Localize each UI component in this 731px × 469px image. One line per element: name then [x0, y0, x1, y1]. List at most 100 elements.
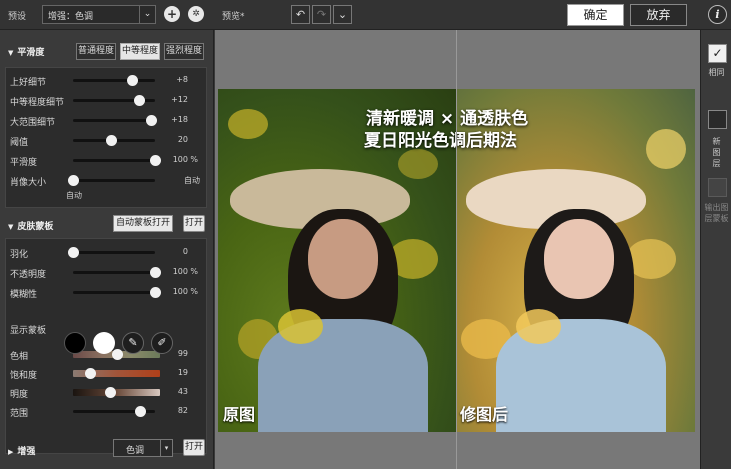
skin-mask-slider-row: 羽化 0 [6, 245, 208, 260]
slider-knob[interactable] [68, 175, 79, 186]
slider-knob[interactable] [127, 75, 139, 86]
smoothing-slider-row: 阈值 20 [6, 133, 208, 148]
slider-label: 上好细节 [10, 78, 47, 88]
banner-title-line2: 夏日阳光色调后期法 [364, 131, 517, 151]
auto-mask-button[interactable]: 自动蒙板打开 [113, 215, 173, 232]
redo-icon[interactable]: ↷ [312, 5, 331, 24]
enhance-dropdown-value: 色调 [126, 446, 145, 456]
slider-knob[interactable] [85, 368, 97, 379]
slider-knob[interactable] [105, 135, 117, 146]
slider-unit: % [190, 155, 198, 164]
output-panel: ✓ 相同 新图层 输出图层蒙板 [700, 30, 731, 469]
original-caption: 原图 [223, 405, 256, 424]
slider-value: 20 [177, 135, 188, 144]
undo-icon[interactable]: ↶ [291, 5, 310, 24]
smoothing-slider-row: 肖像大小 自动 [6, 173, 208, 188]
smoothing-section-header[interactable]: ▼ 平滑度 [8, 45, 44, 58]
enhance-section-header[interactable]: ▶ 增强 [8, 444, 35, 457]
split-divider[interactable] [456, 30, 457, 469]
gradient-track[interactable] [73, 368, 160, 379]
strength-normal-button[interactable]: 普通程度 [76, 43, 116, 60]
portrait-size-auto-label: 自动 [66, 191, 82, 200]
slider-value: +8 [176, 75, 188, 84]
slider-label: 中等程度细节 [10, 98, 65, 108]
slider-label: 不透明度 [10, 270, 47, 280]
enhance-title: 增强 [17, 447, 36, 457]
output-mask-checkbox[interactable] [708, 178, 727, 197]
slider-label: 平滑度 [10, 158, 38, 168]
gradient-track[interactable] [73, 349, 160, 360]
output-mask-label: 输出图层蒙板 [704, 203, 729, 223]
slider-label: 色相 [10, 352, 29, 362]
strength-medium-button[interactable]: 中等程度 [120, 43, 160, 60]
slider-track[interactable] [68, 175, 155, 186]
preset-dropdown[interactable]: 增强：色调 ⌄ [42, 5, 156, 24]
slider-value: 0 [182, 247, 188, 256]
slider-track[interactable] [73, 287, 161, 298]
new-layer-label: 新图层 [712, 137, 721, 168]
skin-mask-slider-row: 不透明度 100% [6, 265, 208, 280]
skin-mask-title: 皮肤蒙板 [17, 222, 54, 232]
slider-track[interactable] [73, 267, 161, 278]
slider-knob[interactable] [68, 247, 79, 258]
slider-label: 阈值 [10, 138, 29, 148]
expand-triangle-icon: ▼ [8, 223, 14, 231]
slider-knob[interactable] [105, 387, 117, 398]
smoothing-slider-row: 平滑度 100% [6, 153, 208, 168]
slider-track[interactable] [73, 115, 157, 126]
slider-value: +12 [171, 95, 188, 104]
slider-knob[interactable] [133, 95, 145, 106]
eyedropper-subtract-icon[interactable]: ✐ [151, 332, 173, 354]
slider-track[interactable] [73, 406, 155, 417]
preset-label: 预设 [8, 12, 27, 22]
slider-track[interactable] [68, 247, 155, 258]
skin-mask-slider-row: 模糊性 100% [6, 285, 208, 300]
slider-knob[interactable] [111, 349, 123, 360]
confirm-button[interactable]: 确定 [567, 4, 624, 26]
history-dropdown-button[interactable]: ⌄ [333, 5, 352, 24]
skin-mask-open-toggle[interactable]: 打开 [183, 215, 205, 232]
cancel-button[interactable]: 放弃 [630, 4, 687, 26]
slider-label: 明度 [10, 390, 29, 400]
preset-dropdown-value: 增强：色调 [48, 12, 94, 22]
slider-label: 饱和度 [10, 371, 38, 381]
same-layer-label: 相同 [708, 68, 725, 77]
gear-icon[interactable]: ✲ [188, 6, 204, 22]
slider-knob[interactable] [145, 115, 157, 126]
gradient-track[interactable] [73, 387, 160, 398]
eyedropper-add-icon[interactable]: ✎ [122, 332, 144, 354]
slider-track[interactable] [73, 95, 155, 106]
slider-value: 100 [172, 287, 188, 296]
enhance-dropdown[interactable]: 色调 ▾ [113, 439, 173, 457]
slider-label: 羽化 [10, 250, 29, 260]
slider-track[interactable] [73, 75, 155, 86]
settings-panel: ▼ 平滑度 普通程度 中等程度 强烈程度 上好细节 +8 中等程度细节 +12 大范围细节… [0, 30, 214, 469]
smoothing-slider-row: 上好细节 +8 [6, 73, 208, 88]
slider-label: 肖像大小 [10, 178, 47, 188]
black-swatch[interactable] [64, 332, 86, 354]
slider-value: 82 [177, 406, 188, 415]
slider-track[interactable] [73, 155, 161, 166]
enhance-open-toggle[interactable]: 打开 [183, 439, 205, 456]
edited-caption: 修图后 [460, 405, 509, 424]
slider-value: 100 [172, 267, 188, 276]
slider-label: 模糊性 [10, 290, 38, 300]
info-icon[interactable]: i [708, 5, 727, 24]
color-range-slider-row: 明度 43 [6, 385, 208, 400]
slider-knob[interactable] [135, 406, 147, 417]
slider-label: 大范围细节 [10, 118, 56, 128]
slider-unit: % [190, 267, 198, 276]
white-swatch[interactable] [93, 332, 115, 354]
add-preset-button[interactable]: + [164, 6, 180, 22]
preview-label: 预览* [222, 12, 245, 22]
slider-track[interactable] [73, 135, 155, 146]
skin-mask-section-header[interactable]: ▼ 皮肤蒙板 [8, 219, 53, 232]
smoothing-slider-row: 大范围细节 +18 [6, 113, 208, 128]
show-mask-label: 显示蒙板 [10, 326, 47, 336]
slider-label: 范围 [10, 409, 29, 419]
new-layer-checkbox[interactable] [708, 110, 727, 129]
color-range-slider-row: 饱和度 19 [6, 366, 208, 381]
slider-value: 19 [177, 368, 188, 377]
strength-strong-button[interactable]: 强烈程度 [164, 43, 204, 60]
same-layer-checkbox[interactable]: ✓ [708, 44, 727, 63]
